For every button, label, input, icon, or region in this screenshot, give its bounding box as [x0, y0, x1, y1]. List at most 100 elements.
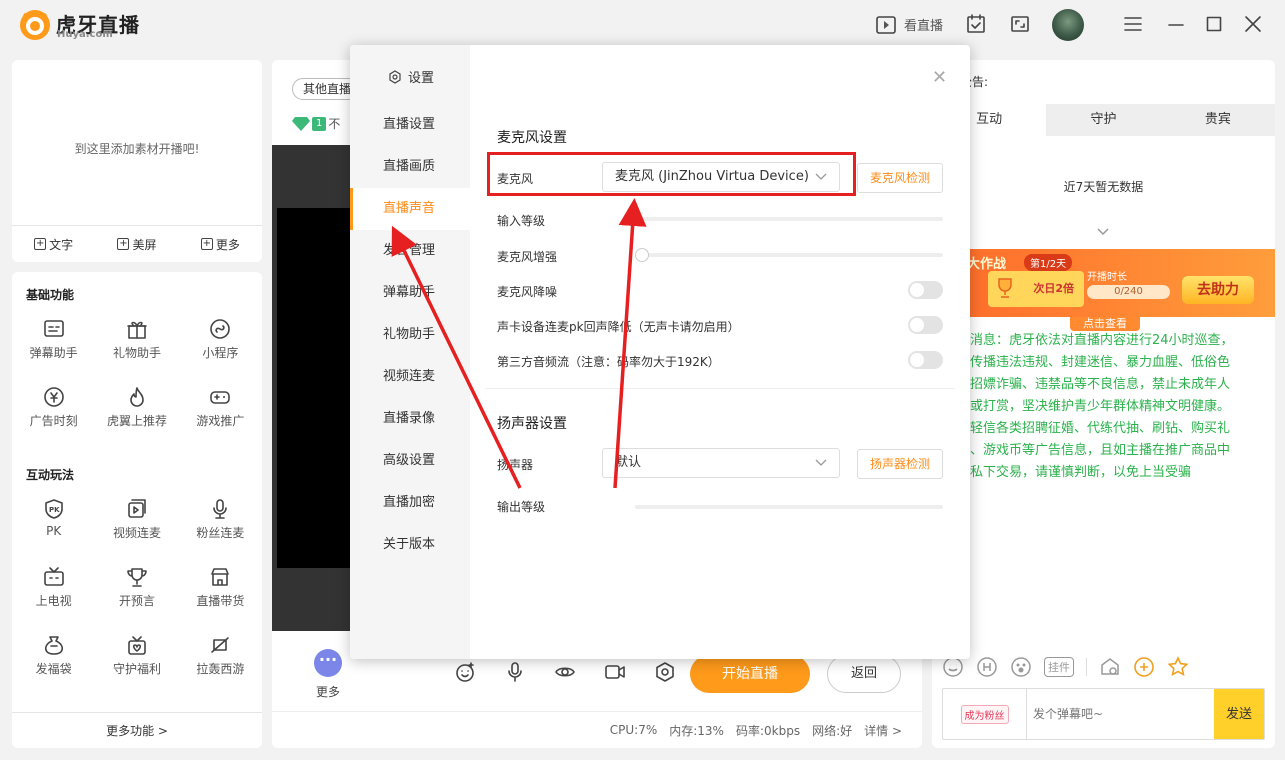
- return-button[interactable]: 返回: [827, 655, 901, 693]
- badge-icon[interactable]: [976, 656, 998, 678]
- feature-on-tv[interactable]: 上电视: [12, 566, 95, 622]
- eye-icon[interactable]: [554, 661, 576, 683]
- bitrate: 码率:0kbps: [735, 723, 801, 738]
- calendar-icon[interactable]: [966, 14, 986, 34]
- nav-live-settings[interactable]: 直播设置: [350, 104, 470, 146]
- menu-icon[interactable]: [1124, 14, 1142, 34]
- settings-hex-icon[interactable]: [654, 661, 676, 683]
- mic-boost-slider-knob[interactable]: [635, 248, 649, 262]
- nav-danmu-assistant[interactable]: 弹幕助手: [350, 272, 470, 314]
- feature-game-promo[interactable]: 游戏推广: [179, 386, 262, 442]
- input-level-meter: [635, 217, 943, 221]
- emoji-icon[interactable]: [942, 656, 964, 678]
- minimize-icon[interactable]: [1168, 14, 1184, 34]
- feature-prediction[interactable]: 开预言: [95, 566, 178, 622]
- pendant-tool[interactable]: 挂件: [1044, 657, 1074, 677]
- nav-live-encryption[interactable]: 直播加密: [350, 482, 470, 524]
- star-badge-icon[interactable]: [1167, 656, 1189, 678]
- nav-speech-management[interactable]: 发言管理: [350, 230, 470, 272]
- feature-fan-link[interactable]: 粉丝连麦: [179, 498, 262, 554]
- beauty-screen-button[interactable]: + 美屏: [117, 236, 157, 253]
- mic-device-select[interactable]: 麦克风 (JinZhou Virtua Device): [602, 162, 840, 192]
- interaction-tabs: 互动 守护 贵宾: [932, 104, 1275, 136]
- feature-mini-program[interactable]: 小程序: [179, 318, 262, 374]
- section-divider: [485, 388, 955, 389]
- feature-recommend[interactable]: 虎翼上推荐: [95, 386, 178, 442]
- feature-ad-moment[interactable]: 广告时刻: [12, 386, 95, 442]
- gift-box-icon[interactable]: [1133, 656, 1155, 678]
- nav-video-link[interactable]: 视频连麦: [350, 356, 470, 398]
- soundcard-echo-toggle[interactable]: [908, 316, 943, 334]
- more-material-button[interactable]: + 更多: [200, 236, 240, 253]
- screen-capture-icon[interactable]: [1010, 14, 1030, 34]
- banner-time-label: 开播时长: [1087, 272, 1127, 283]
- more-features-link[interactable]: 更多功能 >: [12, 712, 262, 748]
- clean-icon[interactable]: [1099, 656, 1121, 678]
- paw-icon[interactable]: [1010, 656, 1032, 678]
- nav-live-quality[interactable]: 直播画质: [350, 146, 470, 188]
- feature-label: 视频连麦: [112, 526, 161, 540]
- feature-video-link[interactable]: 视频连麦: [95, 498, 178, 554]
- video-link-icon: [128, 499, 146, 518]
- add-text-button[interactable]: + 文字: [34, 236, 73, 253]
- microphone-icon[interactable]: [504, 661, 526, 683]
- more-dots-icon[interactable]: ···: [314, 649, 342, 677]
- plus-icon: +: [34, 238, 47, 250]
- speaker-label: 扬声器: [497, 458, 534, 472]
- start-live-button[interactable]: 开始直播: [690, 655, 810, 693]
- third-party-audio-toggle[interactable]: [908, 351, 943, 369]
- chat-input[interactable]: [1027, 689, 1214, 739]
- feature-danmu-assistant[interactable]: 弹幕助手: [12, 318, 95, 374]
- feature-live-shopping[interactable]: 直播带货: [179, 566, 262, 622]
- send-button[interactable]: 发送: [1214, 689, 1264, 739]
- maximize-icon[interactable]: [1206, 14, 1222, 34]
- speaker-device-select[interactable]: 默认: [602, 448, 840, 478]
- mini-program-icon: [210, 319, 231, 339]
- activity-banner[interactable]: 福大作战 第1/2天 次日2倍 开播时长 0/240 去助力: [932, 249, 1275, 317]
- nav-live-recording[interactable]: 直播录像: [350, 398, 470, 440]
- camera-icon[interactable]: [604, 661, 626, 683]
- close-window-icon[interactable]: [1244, 14, 1262, 34]
- nav-about-version[interactable]: 关于版本: [350, 524, 470, 566]
- badge-text: 不: [328, 117, 341, 131]
- badge-number: 1: [312, 116, 327, 131]
- watch-live-button[interactable]: 看直播: [876, 15, 943, 34]
- pk-icon: PK: [44, 499, 63, 519]
- nav-live-audio[interactable]: 直播声音: [350, 188, 470, 230]
- huya-logo-icon: [18, 8, 52, 42]
- chat-toolbar: 挂件: [942, 656, 1272, 678]
- danmu-icon: [43, 320, 64, 337]
- noise-reduction-label: 麦克风降噪: [497, 285, 558, 299]
- feature-gift-assistant[interactable]: 礼物助手: [95, 318, 178, 374]
- click-view-link[interactable]: 点击查看: [1070, 317, 1140, 331]
- close-icon[interactable]: ✕: [932, 67, 947, 88]
- material-hint: 到这里添加素材开播吧!: [74, 142, 200, 156]
- chevron-down-icon[interactable]: [1096, 227, 1110, 237]
- feature-lucky-bag[interactable]: 发福袋: [12, 634, 95, 690]
- speaker-section-title: 扬声器设置: [497, 416, 567, 432]
- settings-title: 设置: [388, 67, 434, 86]
- feature-journey-west[interactable]: 拉轰西游: [179, 634, 262, 690]
- mic-boost-track[interactable]: [635, 253, 943, 257]
- nav-gift-assistant[interactable]: 礼物助手: [350, 314, 470, 356]
- mic-test-button[interactable]: 麦克风检测: [857, 163, 943, 193]
- detail-link[interactable]: 详情 >: [864, 722, 902, 739]
- tab-vip[interactable]: 贵宾: [1160, 104, 1275, 136]
- tab-guard[interactable]: 守护: [1046, 104, 1161, 136]
- material-toolbar: + 文字 + 美屏 + 更多: [12, 225, 262, 262]
- user-avatar[interactable]: [1052, 9, 1084, 41]
- noise-reduction-toggle[interactable]: [908, 281, 943, 299]
- feature-label: 礼物助手: [112, 346, 161, 360]
- become-fan-button[interactable]: 成为粉丝: [943, 689, 1027, 739]
- feature-guard-welfare[interactable]: 守护福利: [95, 634, 178, 690]
- feature-pk[interactable]: PK PK: [12, 498, 95, 554]
- svg-text:PK: PK: [49, 506, 60, 514]
- settings-title-text: 设置: [408, 71, 435, 86]
- speaker-test-button[interactable]: 扬声器检测: [857, 449, 943, 479]
- feature-label: 小程序: [202, 346, 239, 360]
- nav-advanced-settings[interactable]: 高级设置: [350, 440, 470, 482]
- effects-icon[interactable]: [454, 661, 476, 683]
- banner-stage: 第1/2天: [1024, 254, 1073, 271]
- help-button[interactable]: 去助力: [1182, 276, 1254, 304]
- interaction-panel: 公告: 互动 守护 贵宾 近7天暂无数据 福大作战 第1/2天 次日2倍 开播时…: [932, 60, 1275, 748]
